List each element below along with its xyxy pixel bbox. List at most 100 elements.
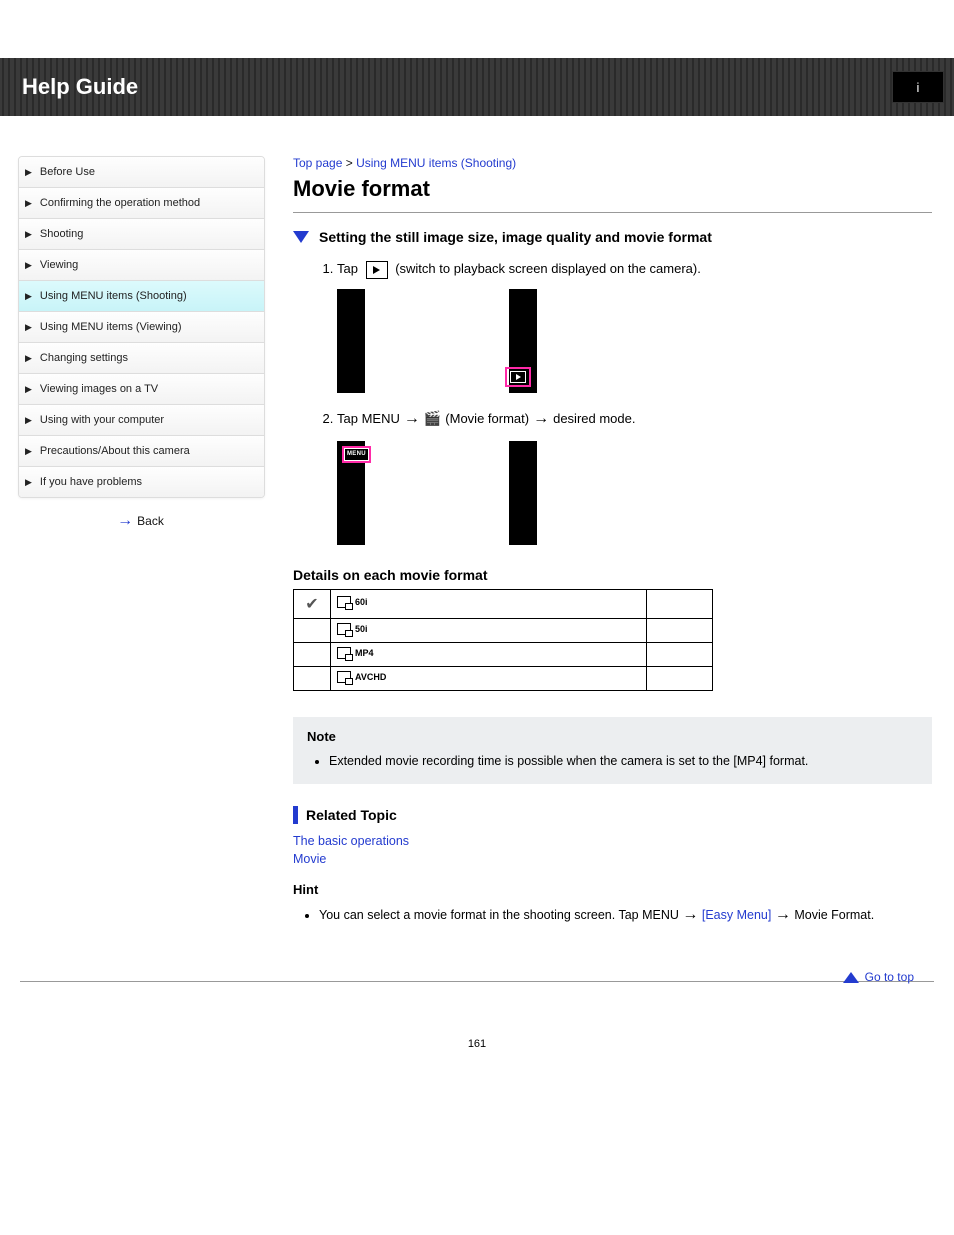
table-row: AVCHD: [294, 666, 713, 690]
sidebar-item-label: If you have problems: [40, 476, 142, 488]
arrow-right-icon: →: [775, 906, 791, 923]
related-title: Related Topic: [306, 807, 397, 823]
chevron-right-icon: ▶: [25, 384, 32, 395]
main-content: Top page > Using MENU items (Shooting) M…: [265, 156, 954, 927]
sidebar-item-menu-viewing[interactable]: ▶Using MENU items (Viewing): [19, 312, 264, 343]
section-toggle-label: Setting the still image size, image qual…: [319, 229, 712, 245]
format-icon: AVCHD: [337, 671, 386, 683]
sidebar-item-label: Changing settings: [40, 352, 128, 364]
arrow-right-icon: →: [682, 906, 698, 923]
note-title: Note: [307, 729, 918, 744]
step-text: Tap MENU: [337, 409, 400, 429]
arrow-right-icon: →: [404, 407, 420, 431]
chevron-right-icon: ▶: [25, 167, 32, 178]
breadcrumb-sep: >: [346, 156, 353, 170]
chevron-right-icon: ▶: [25, 446, 32, 457]
related-topic-heading: Related Topic: [293, 806, 932, 824]
check-cell: [294, 666, 331, 690]
section-toggle[interactable]: Setting the still image size, image qual…: [293, 229, 932, 245]
sidebar-item-confirming-operation[interactable]: ▶ Confirming the operation method: [19, 188, 264, 219]
sidebar-item-label: Before Use: [40, 166, 95, 178]
step-text: (switch to playback screen displayed on …: [395, 261, 701, 276]
chevron-right-icon: ▶: [25, 415, 32, 426]
chevron-right-icon: ▶: [25, 198, 32, 209]
related-link[interactable]: Movie: [293, 852, 932, 866]
header-band: Help Guide i: [0, 58, 954, 116]
check-cell: ✔: [294, 589, 331, 618]
triangle-up-icon: [843, 972, 859, 983]
desc-cell: [647, 642, 713, 666]
step-text: Tap: [337, 261, 362, 276]
header-badge: i: [892, 71, 944, 103]
accent-bar-icon: [293, 806, 298, 824]
lcd-illustration-1: [337, 289, 537, 393]
sidebar-item-problems[interactable]: ▶ If you have problems: [19, 467, 264, 497]
check-cell: [294, 642, 331, 666]
sidebar-item-menu-shooting[interactable]: ▶ Using MENU items (Shooting): [19, 281, 264, 312]
page-number: 161: [0, 1038, 954, 1050]
format-cell: 50i: [331, 618, 647, 642]
chevron-right-icon: ▶: [25, 291, 32, 302]
check-icon: ✔: [305, 596, 318, 613]
breadcrumb: Top page > Using MENU items (Shooting): [293, 156, 932, 170]
sidebar-item-label: Using MENU items (Viewing): [40, 321, 182, 333]
related-link[interactable]: The basic operations: [293, 834, 932, 848]
hint-text: Movie Format.: [794, 908, 874, 922]
breadcrumb-top[interactable]: Top page: [293, 156, 342, 170]
arrow-right-icon: →: [533, 407, 549, 431]
hint-title: Hint: [293, 882, 932, 897]
hint-text: You can select a movie format in the sho…: [319, 908, 682, 922]
sidebar-item-label: Viewing images on a TV: [40, 383, 158, 395]
back-button[interactable]: → Back: [18, 512, 263, 530]
sidebar-item-computer[interactable]: ▶ Using with your computer: [19, 405, 264, 436]
step-text: (Movie format): [445, 409, 529, 429]
triangle-down-icon: [293, 231, 309, 243]
chevron-right-icon: ▶: [25, 353, 32, 364]
desc-cell: [647, 589, 713, 618]
sidebar-item-label: Viewing: [40, 259, 78, 271]
format-cell: 60i: [331, 589, 647, 618]
format-table: ✔ 60i 50i MP4 AVCHD: [293, 589, 713, 691]
arrow-right-icon: →: [117, 512, 133, 530]
related-links: The basic operations Movie: [293, 834, 932, 866]
format-cell: MP4: [331, 642, 647, 666]
format-cell: AVCHD: [331, 666, 647, 690]
sidebar-item-label: Confirming the operation method: [40, 197, 200, 209]
divider: [293, 212, 932, 213]
note-item: Extended movie recording time is possibl…: [329, 752, 918, 771]
sidebar-item-before-use[interactable]: ▶ Before Use: [19, 157, 264, 188]
step-1: Tap (switch to playback screen displayed…: [337, 259, 932, 393]
sidebar-item-viewing[interactable]: ▶ Viewing: [19, 250, 264, 281]
desc-cell: [647, 618, 713, 642]
step-text: desired mode.: [553, 409, 635, 429]
check-cell: [294, 618, 331, 642]
back-label: Back: [137, 514, 164, 528]
format-icon: MP4: [337, 647, 374, 659]
go-to-top-button[interactable]: Go to top: [0, 970, 914, 984]
sidebar-item-label: Shooting: [40, 228, 83, 240]
highlight-box: MENU: [342, 446, 371, 463]
table-row: ✔ 60i: [294, 589, 713, 618]
sidebar-item-label: Precautions/About this camera: [40, 445, 190, 457]
highlight-box: [505, 367, 531, 387]
chevron-right-icon: ▶: [25, 260, 32, 271]
note-box: Note Extended movie recording time is po…: [293, 717, 932, 785]
chevron-right-icon: ▶: [25, 229, 32, 240]
movie-format-icon: 🎬: [424, 408, 441, 429]
sidebar-item-label: Using MENU items (Shooting): [40, 290, 187, 302]
hint-item: You can select a movie format in the sho…: [319, 903, 932, 927]
playback-icon: [366, 261, 388, 279]
page-title: Movie format: [293, 176, 932, 202]
easy-menu-link[interactable]: [Easy Menu]: [702, 908, 771, 922]
sidebar-item-changing-settings[interactable]: ▶ Changing settings: [19, 343, 264, 374]
page-header-title: Help Guide: [22, 74, 138, 100]
breadcrumb-section[interactable]: Using MENU items (Shooting): [356, 156, 516, 170]
table-row: MP4: [294, 642, 713, 666]
note-list: Extended movie recording time is possibl…: [307, 752, 918, 771]
sidebar-item-label: Using with your computer: [40, 414, 164, 426]
lcd-illustration-2: MENU: [337, 441, 537, 545]
chevron-right-icon: ▶: [25, 477, 32, 488]
sidebar-item-precautions[interactable]: ▶ Precautions/About this camera: [19, 436, 264, 467]
sidebar-item-shooting[interactable]: ▶ Shooting: [19, 219, 264, 250]
sidebar-item-tv[interactable]: ▶ Viewing images on a TV: [19, 374, 264, 405]
